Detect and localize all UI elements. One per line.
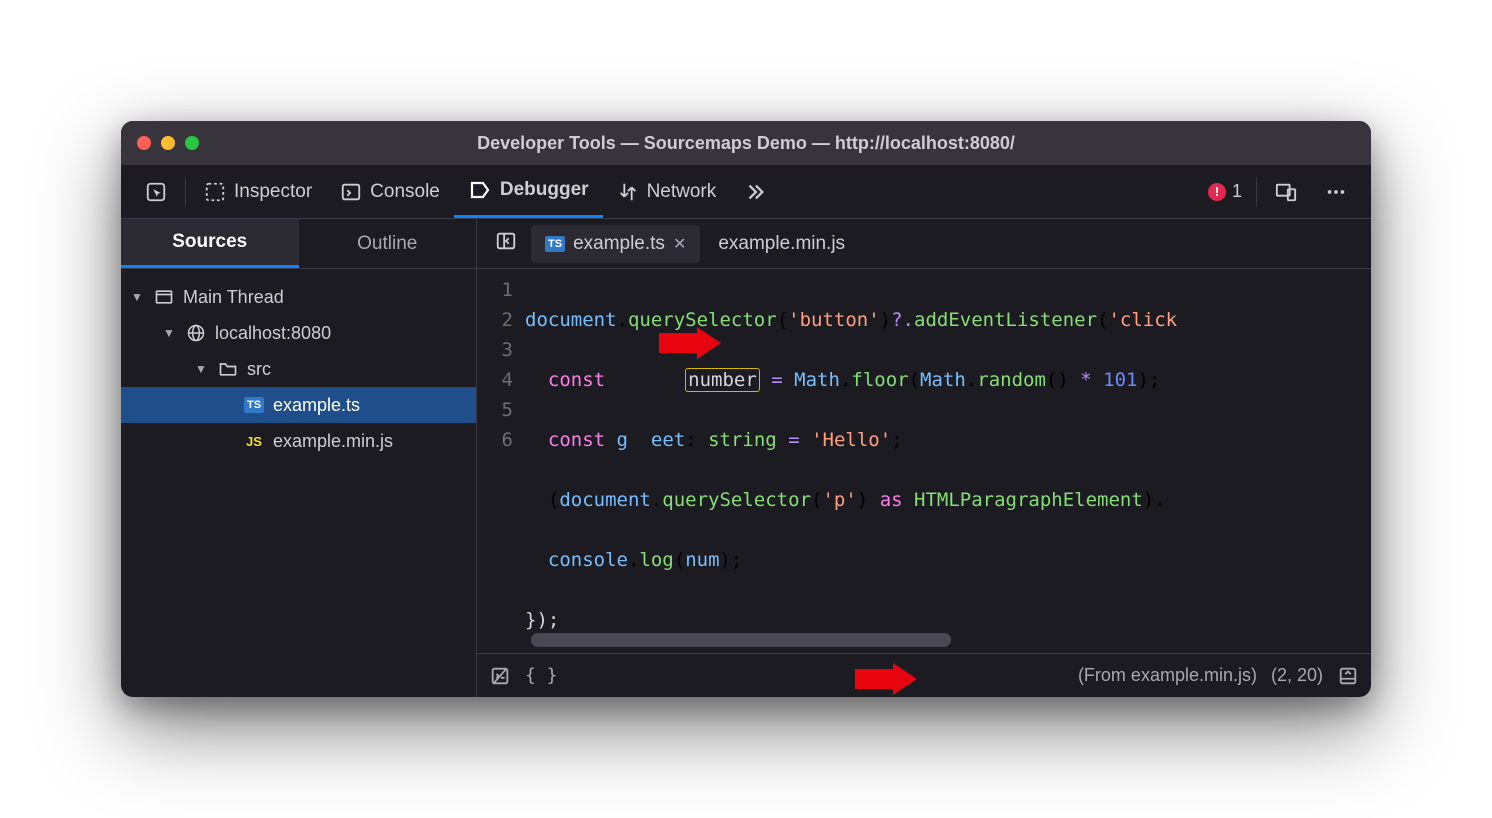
tree-folder-src[interactable]: ▼ src (121, 351, 476, 387)
file-tab-label: example.min.js (718, 233, 845, 255)
element-picker-button[interactable] (131, 165, 181, 218)
dots-icon (1325, 181, 1347, 203)
code-line: const g eet: string = 'Hello'; (525, 425, 1371, 455)
body: Sources Outline ▼ Main Thread ▼ (121, 219, 1371, 697)
globe-icon (185, 323, 207, 343)
tree-label: Main Thread (183, 287, 284, 308)
tab-console[interactable]: Console (326, 165, 454, 218)
code-area[interactable]: document.querySelector('button')?.addEve… (525, 269, 1371, 653)
source-mapped-from: (From example.min.js) (1078, 665, 1257, 686)
line-number: 4 (477, 365, 513, 395)
folder-icon (217, 359, 239, 379)
chevron-down-icon: ▼ (131, 290, 145, 304)
tab-label: Inspector (234, 181, 312, 203)
gutter: 1 2 3 4 5 6 (477, 269, 525, 653)
cursor-position: (2, 20) (1271, 665, 1323, 686)
pretty-print-button[interactable]: { } (525, 665, 558, 686)
tab-network[interactable]: Network (603, 165, 731, 218)
ts-file-icon: TS (545, 236, 565, 252)
traffic-lights (137, 136, 199, 150)
sidebar-tabs: Sources Outline (121, 219, 476, 269)
tree-host[interactable]: ▼ localhost:8080 (121, 315, 476, 351)
tab-inspector[interactable]: Inspector (190, 165, 326, 218)
panel-left-icon (495, 230, 517, 252)
ts-file-icon: TS (243, 397, 265, 413)
responsive-mode-button[interactable] (1261, 165, 1311, 218)
window-icon (153, 287, 175, 307)
tree-label: example.min.js (273, 431, 393, 452)
toggle-sidebar-button[interactable] (485, 230, 527, 257)
line-number: 3 (477, 335, 513, 365)
code-line: (document.querySelector('p') as HTMLPara… (525, 485, 1371, 515)
line-number: 5 (477, 395, 513, 425)
js-file-icon: JS (243, 434, 265, 449)
titlebar: Developer Tools — Sourcemaps Demo — http… (121, 121, 1371, 165)
chevron-double-right-icon (744, 181, 766, 203)
tree-file-example-min-js[interactable]: JS example.min.js (121, 423, 476, 459)
chevron-down-icon: ▼ (195, 362, 209, 376)
tree-main-thread[interactable]: ▼ Main Thread (121, 279, 476, 315)
file-tab-example-min-js[interactable]: example.min.js (704, 225, 859, 263)
tab-label: Sources (172, 231, 247, 253)
error-count-value: 1 (1232, 181, 1242, 202)
highlighted-token: number (685, 368, 760, 392)
horizontal-scrollbar[interactable] (531, 633, 951, 647)
editor-tabs: TS example.ts ✕ example.min.js (477, 219, 1371, 269)
code-editor[interactable]: 1 2 3 4 5 6 document.querySelector('butt… (477, 269, 1371, 653)
code-line: }); (525, 605, 1371, 635)
blackbox-icon[interactable] (489, 665, 511, 687)
window-title: Developer Tools — Sourcemaps Demo — http… (477, 133, 1015, 154)
statusbar: { } (From example.min.js) (2, 20) (477, 653, 1371, 697)
file-tab-label: example.ts (573, 233, 665, 255)
panel-bottom-icon[interactable] (1337, 665, 1359, 687)
network-icon (617, 181, 639, 203)
editor-panel: TS example.ts ✕ example.min.js 1 2 3 4 5… (477, 219, 1371, 697)
devtools-window: Developer Tools — Sourcemaps Demo — http… (121, 121, 1371, 697)
kebab-menu-button[interactable] (1311, 165, 1361, 218)
error-count[interactable]: ! 1 (1198, 181, 1252, 202)
tab-label: Console (370, 181, 440, 203)
separator (185, 177, 186, 207)
line-number: 6 (477, 425, 513, 455)
close-window-button[interactable] (137, 136, 151, 150)
file-tab-example-ts[interactable]: TS example.ts ✕ (531, 225, 700, 263)
tab-debugger[interactable]: Debugger (454, 165, 603, 218)
line-number: 1 (477, 275, 513, 305)
tree-label: localhost:8080 (215, 323, 331, 344)
tree-label: example.ts (273, 395, 360, 416)
line-number: 2 (477, 305, 513, 335)
sidebar-tab-sources[interactable]: Sources (121, 219, 299, 268)
sidebar-tab-outline[interactable]: Outline (299, 219, 477, 268)
code-line: document.querySelector('button')?.addEve… (525, 305, 1371, 335)
code-line: const number = Math.floor(Math.random() … (525, 365, 1371, 395)
tab-label: Outline (357, 233, 417, 255)
toolbar: Inspector Console Debugger Network (121, 165, 1371, 219)
pointer-icon (145, 181, 167, 203)
error-icon: ! (1208, 183, 1226, 201)
code-line: console.log(num); (525, 545, 1371, 575)
debugger-icon (468, 178, 492, 202)
tree-file-example-ts[interactable]: TS example.ts (121, 387, 476, 423)
more-tabs-button[interactable] (730, 165, 780, 218)
inspector-icon (204, 181, 226, 203)
devices-icon (1275, 181, 1297, 203)
chevron-down-icon: ▼ (163, 326, 177, 340)
tab-label: Network (647, 181, 717, 203)
tab-label: Debugger (500, 179, 589, 201)
source-tree: ▼ Main Thread ▼ localhost:8080 ▼ (121, 269, 476, 469)
tree-label: src (247, 359, 271, 380)
minimize-window-button[interactable] (161, 136, 175, 150)
maximize-window-button[interactable] (185, 136, 199, 150)
close-tab-button[interactable]: ✕ (673, 234, 686, 254)
separator (1256, 177, 1257, 207)
sidebar: Sources Outline ▼ Main Thread ▼ (121, 219, 477, 697)
console-icon (340, 181, 362, 203)
